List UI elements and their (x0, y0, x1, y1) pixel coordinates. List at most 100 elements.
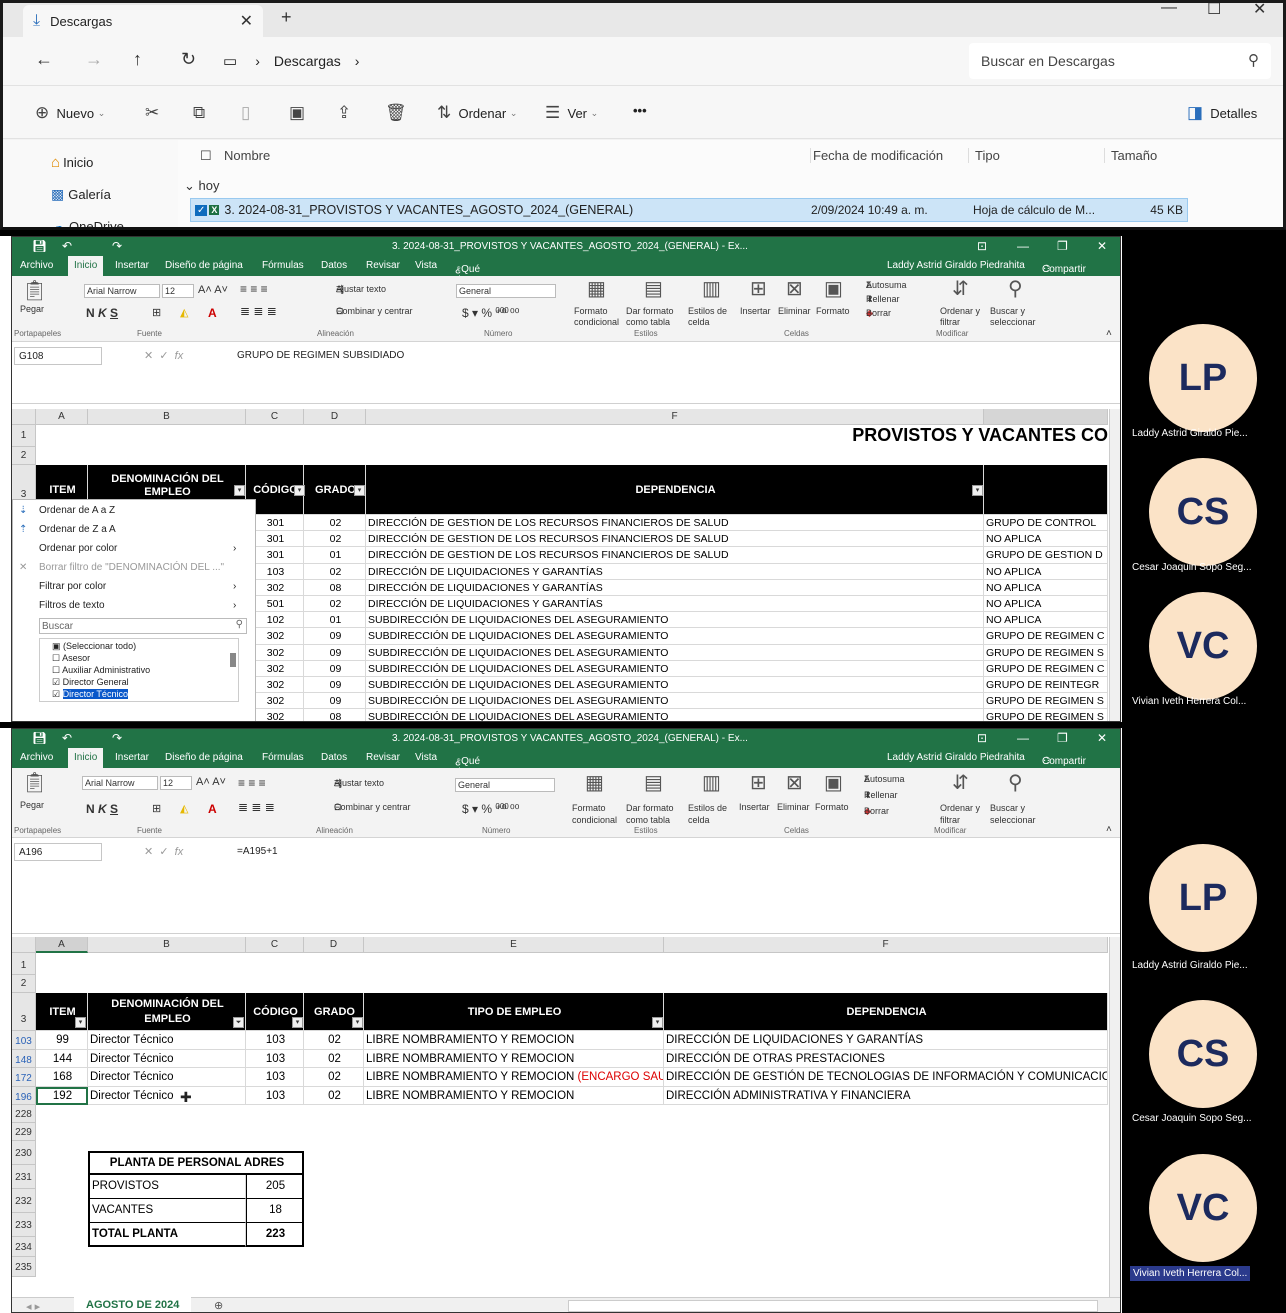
formula-input[interactable]: =A195+1 (237, 846, 278, 857)
currency-percent-icons[interactable]: $ ▾ % 000 ⁺⁰ ⁰⁰ (462, 306, 519, 320)
table-format-icon[interactable]: ▤ (644, 276, 663, 301)
cell-dependencia[interactable]: DIRECCIÓN DE GESTIÓN DE TECNOLOGIAS DE I… (664, 1068, 1108, 1087)
tab-insertar[interactable]: Insertar (115, 260, 149, 271)
number-format-box[interactable]: General (456, 284, 556, 298)
row-header[interactable]: 230 (12, 1141, 36, 1165)
more-options-button[interactable]: ••• (633, 103, 647, 118)
paste-button[interactable]: Pegar (20, 800, 44, 810)
name-box[interactable]: G108 (14, 347, 102, 365)
borders-icon[interactable]: ⊞ (152, 802, 161, 815)
cell-styles-icon[interactable]: ▥ (702, 770, 721, 795)
insert-cells-icon[interactable]: ⊞ (750, 770, 767, 795)
cell-grado[interactable]: 02 (304, 1049, 364, 1068)
cell-grado[interactable]: 02 (304, 563, 366, 580)
forward-icon[interactable]: → (85, 49, 103, 70)
column-header-a[interactable]: A (36, 937, 88, 953)
vertical-scrollbar[interactable] (1109, 937, 1120, 1297)
checked-checkbox-icon[interactable]: ✓ (195, 204, 208, 216)
maximize-icon[interactable]: ☐ (1207, 3, 1221, 19)
minimize-icon[interactable]: — (1017, 239, 1029, 253)
cell-dependencia[interactable]: DIRECCIÓN DE GESTION DE LOS RECURSOS FIN… (366, 547, 984, 564)
horizontal-scrollbar[interactable] (568, 1300, 1098, 1312)
tab-inicio[interactable]: Inicio (68, 256, 104, 276)
collapse-ribbon-icon[interactable]: ˄ (1106, 824, 1112, 835)
restore-icon[interactable]: ❐ (1057, 731, 1068, 745)
cell-grado[interactable]: 08 (304, 709, 366, 721)
cell-grado[interactable]: 08 (304, 579, 366, 596)
cell-dependencia[interactable]: SUBDIRECCIÓN DE LIQUIDACIONES DEL ASEGUR… (366, 628, 984, 645)
column-header-e[interactable]: E (364, 937, 664, 953)
vertical-scrollbar[interactable] (1109, 409, 1120, 721)
column-header-f[interactable]: F (366, 409, 984, 425)
collapse-ribbon-icon[interactable]: ˄ (1106, 328, 1112, 339)
cell-grupo[interactable]: NO APLICA (984, 612, 1108, 629)
sheet-nav-icons[interactable]: ◂ ▸ (26, 1300, 40, 1312)
format-button[interactable]: Formato (816, 306, 850, 316)
cell-tipo[interactable]: LIBRE NOMBRAMIENTO Y REMOCION (364, 1031, 664, 1050)
font-name-box[interactable]: Arial Narrow (84, 284, 160, 298)
conditional-format-icon[interactable]: ▦ (587, 276, 606, 301)
cell-grado[interactable]: 09 (304, 628, 366, 645)
tab-insertar[interactable]: Insertar (115, 752, 149, 763)
details-button[interactable]: ◨ Detalles (1187, 103, 1257, 123)
cell-dependencia[interactable]: SUBDIRECCIÓN DE LIQUIDACIONES DEL ASEGUR… (366, 677, 984, 694)
address-bar[interactable]: ▭ › Descargas › (223, 45, 955, 77)
align-icons[interactable]: ≣ ≣ ≣ (240, 304, 277, 318)
cell-grupo[interactable]: NO APLICA (984, 531, 1108, 548)
close-icon[interactable]: ✕ (1097, 239, 1107, 253)
rename-button[interactable]: ▣ (289, 103, 305, 123)
clear-filter-item[interactable]: ✕ Borrar filtro de "DENOMINACIÓN DEL ..." (19, 562, 224, 573)
cell-dependencia[interactable]: SUBDIRECCIÓN DE LIQUIDACIONES DEL ASEGUR… (366, 709, 984, 721)
bold-italic-underline-icons[interactable]: N K S (86, 802, 118, 816)
column-header-name[interactable]: Nombre (224, 148, 270, 163)
row-header[interactable]: 233 (12, 1213, 36, 1237)
delete-button[interactable]: Eliminar (777, 802, 810, 812)
font-size-box[interactable]: 12 (162, 284, 194, 298)
cell-grado[interactable]: 02 (304, 515, 366, 532)
sort-button[interactable]: ⇅ Ordenar ⌄ (437, 103, 517, 123)
view-button[interactable]: ☰ Ver ⌄ (545, 103, 598, 123)
filter-dropdown-item[interactable]: ▾ (75, 1017, 86, 1028)
find-select-icon[interactable]: ⚲ (1008, 770, 1023, 795)
cell-dependencia[interactable]: DIRECCIÓN DE LIQUIDACIONES Y GARANTÍAS (366, 579, 984, 596)
sort-filter-icon[interactable]: ⇵ (952, 770, 969, 795)
avatar-cs[interactable]: CS (1149, 1000, 1257, 1108)
cell-dependencia[interactable]: DIRECCIÓN DE GESTION DE LOS RECURSOS FIN… (366, 515, 984, 532)
delete-button[interactable]: 🗑 (385, 103, 407, 123)
cancel-check-icons[interactable]: ✕ ✓ fx (144, 845, 183, 858)
save-icon[interactable]: 💾︎ (32, 731, 47, 745)
avatar-lp[interactable]: LP (1149, 844, 1257, 952)
filter-dropdown-codigo[interactable]: ▾ (294, 485, 305, 496)
user-name[interactable]: Laddy Astrid Giraldo Piedrahita (887, 752, 1025, 763)
tab-descargas[interactable]: ⤓ Descargas ✕ (23, 5, 263, 37)
ribbon-display-icon[interactable]: ⊡ (977, 731, 987, 745)
insert-button[interactable]: Insertar (739, 802, 770, 812)
cut-button[interactable]: ✂ (145, 103, 159, 123)
font-size-box[interactable]: 12 (160, 776, 192, 790)
copy-button[interactable]: ⧉ (193, 103, 205, 123)
row-header-1[interactable]: 1 (12, 425, 36, 447)
cell-tipo[interactable]: LIBRE NOMBRAMIENTO Y REMOCION (364, 1049, 664, 1068)
tab-formulas[interactable]: Fórmulas (262, 260, 304, 271)
cell-grupo[interactable]: GRUPO DE REGIMEN C (984, 628, 1108, 645)
row-header[interactable]: 231 (12, 1165, 36, 1189)
insert-button[interactable]: Insertar (740, 306, 771, 316)
cell-grado[interactable]: 02 (304, 596, 366, 613)
column-header-a[interactable]: A (36, 409, 88, 425)
select-all-corner[interactable] (12, 937, 36, 953)
cell-dependencia[interactable]: SUBDIRECCIÓN DE LIQUIDACIONES DEL ASEGUR… (366, 612, 984, 629)
cell-tipo[interactable]: LIBRE NOMBRAMIENTO Y REMOCION (364, 1086, 664, 1105)
tab-archivo[interactable]: Archivo (20, 752, 53, 763)
cell-grupo[interactable]: NO APLICA (984, 579, 1108, 596)
paste-icon[interactable]: 📋︎ (22, 770, 47, 795)
cell-grado[interactable]: 02 (304, 1031, 364, 1050)
cell-grupo[interactable]: GRUPO DE REGIMEN C (984, 660, 1108, 677)
close-icon[interactable]: ✕ (1097, 731, 1107, 745)
sidebar-item-galeria[interactable]: ▩ Galería (51, 186, 111, 203)
undo-icon[interactable]: ↶ (62, 731, 72, 745)
cell-grado[interactable]: 09 (304, 677, 366, 694)
close-tab-icon[interactable]: ✕ (240, 11, 253, 31)
ribbon-display-icon[interactable]: ⊡ (977, 239, 987, 253)
tab-revisar[interactable]: Revisar (366, 752, 400, 763)
avatar-vc[interactable]: VC (1149, 1154, 1257, 1262)
